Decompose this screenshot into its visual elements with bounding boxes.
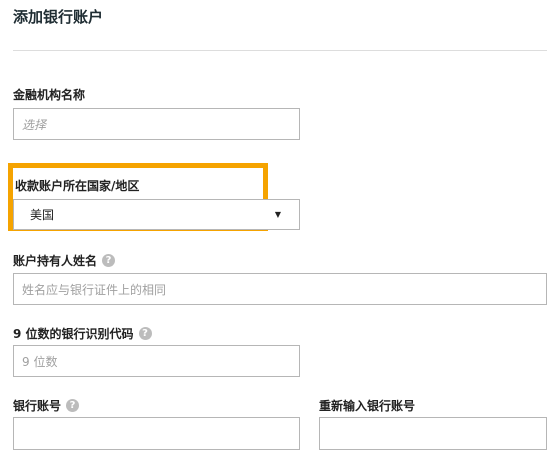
- institution-label-text: 金融机构名称: [13, 88, 86, 102]
- holder-name-input[interactable]: 姓名应与银行证件上的相同: [13, 273, 547, 305]
- help-icon[interactable]: ?: [66, 399, 80, 412]
- routing-number-input[interactable]: 9 位数: [13, 345, 300, 377]
- institution-placeholder: 选择: [22, 117, 47, 132]
- account-number-confirm-input[interactable]: [319, 417, 547, 450]
- page-title: 添加银行账户: [13, 8, 104, 26]
- holder-name-placeholder: 姓名应与银行证件上的相同: [22, 282, 167, 297]
- country-label: 收款账户所在国家/地区: [15, 177, 139, 194]
- country-value: 美国: [30, 208, 55, 222]
- title-divider: [13, 50, 547, 51]
- country-select[interactable]: 美国 ▼: [13, 199, 300, 230]
- account-number-confirm-label-text: 重新输入银行账号: [319, 399, 416, 413]
- account-number-confirm-label: 重新输入银行账号: [319, 397, 415, 414]
- chevron-down-icon: ▼: [274, 210, 281, 219]
- routing-number-label-text: 9 位数的银行识别代码: [13, 327, 134, 341]
- institution-label: 金融机构名称: [13, 86, 85, 103]
- institution-select[interactable]: 选择: [13, 108, 300, 140]
- account-number-input[interactable]: [13, 417, 300, 450]
- routing-number-label: 9 位数的银行识别代码?: [13, 325, 152, 342]
- holder-name-label: 账户持有人姓名?: [13, 252, 116, 269]
- country-label-text: 收款账户所在国家/地区: [15, 179, 140, 193]
- routing-number-placeholder: 9 位数: [22, 354, 58, 369]
- help-icon[interactable]: ?: [102, 254, 116, 267]
- holder-name-label-text: 账户持有人姓名: [13, 254, 98, 268]
- help-icon[interactable]: ?: [138, 327, 152, 340]
- account-number-label: 银行账号?: [13, 397, 80, 414]
- account-number-label-text: 银行账号: [13, 399, 62, 413]
